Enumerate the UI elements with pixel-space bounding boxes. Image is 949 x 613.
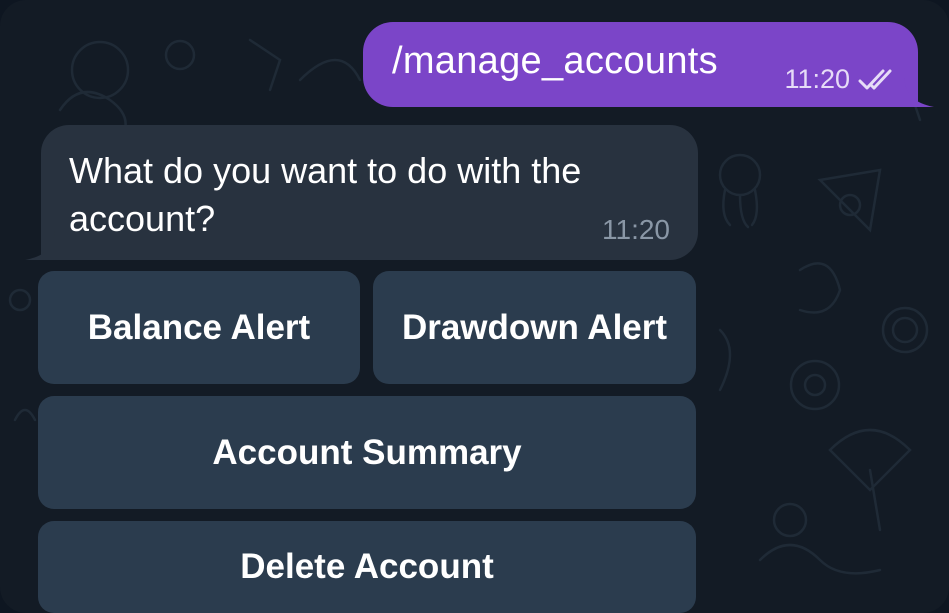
account-summary-button[interactable]: Account Summary xyxy=(38,396,696,509)
double-check-icon xyxy=(858,69,892,89)
balance-alert-button[interactable]: Balance Alert xyxy=(38,271,360,384)
chat-view: /manage_accounts 11:20 What do you want … xyxy=(0,0,949,613)
delete-account-button[interactable]: Delete Account xyxy=(38,521,696,613)
outgoing-message-time: 11:20 xyxy=(784,64,850,94)
outgoing-bubble-tail xyxy=(904,77,934,107)
incoming-bubble-tail xyxy=(25,230,55,260)
outgoing-message-meta: 11:20 xyxy=(784,64,900,95)
outgoing-message-bubble[interactable]: /manage_accounts 11:20 xyxy=(363,22,934,107)
incoming-message-text: What do you want to do with the account? xyxy=(69,150,582,239)
drawdown-alert-button[interactable]: Drawdown Alert xyxy=(373,271,696,384)
incoming-message-bubble[interactable]: What do you want to do with the account?… xyxy=(25,125,698,260)
outgoing-message-text[interactable]: /manage_accounts xyxy=(392,40,718,83)
incoming-message-time: 11:20 xyxy=(602,214,670,245)
